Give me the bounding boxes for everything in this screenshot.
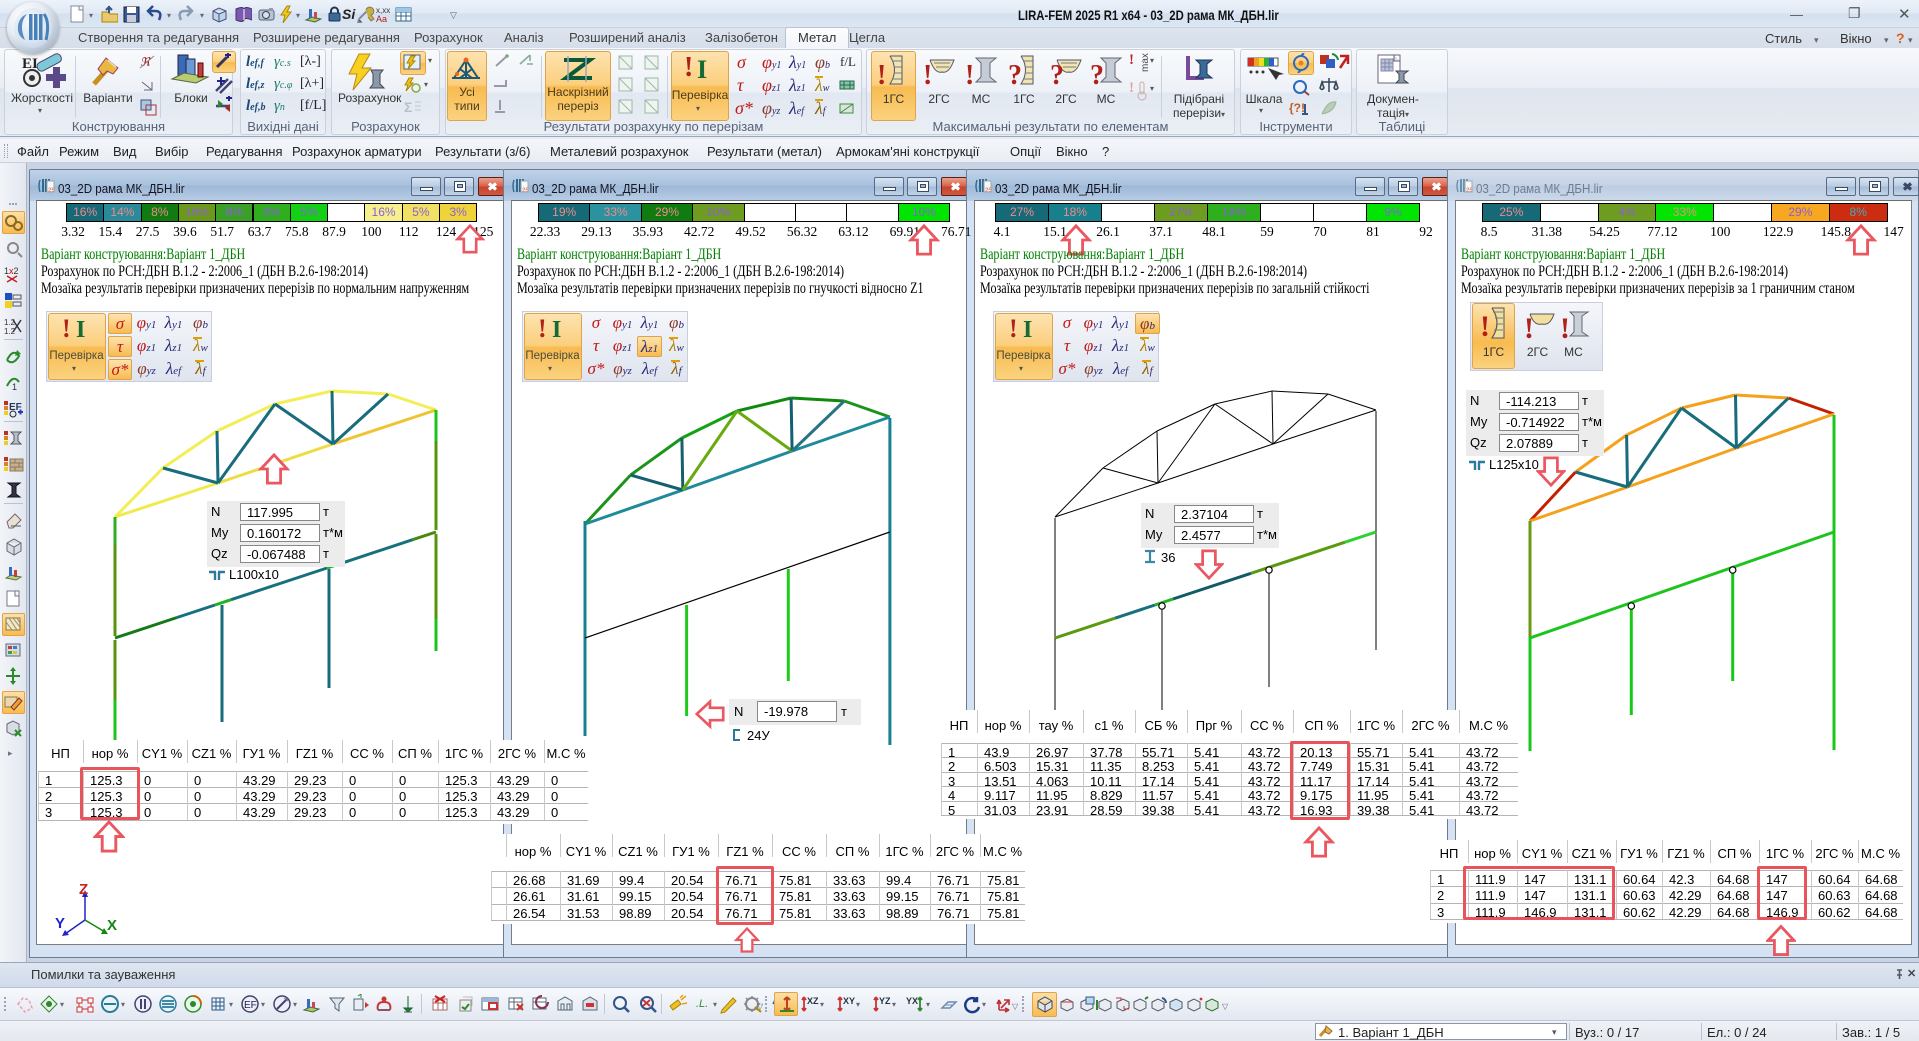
svg-text:YZ: YZ	[879, 996, 891, 1006]
svg-text:XY: XY	[843, 996, 855, 1006]
svg-text:1: 1	[12, 382, 17, 392]
svg-text:Aa: Aa	[376, 14, 387, 23]
svg-text:XZ: XZ	[807, 996, 819, 1006]
svg-text:25: 25	[48, 188, 55, 194]
svg-text:.L.: .L.	[696, 998, 708, 1010]
svg-text:?: ?	[1008, 60, 1022, 90]
svg-text:?: ?	[1050, 60, 1064, 90]
svg-text:25: 25	[985, 188, 992, 194]
svg-text:25: 25	[522, 188, 529, 194]
svg-text:1x2: 1x2	[4, 266, 19, 276]
svg-text:Y: Y	[55, 915, 65, 932]
svg-text:Z: Z	[79, 882, 88, 898]
svg-text:?: ?	[1090, 60, 1104, 90]
svg-text:!: !	[1480, 310, 1490, 342]
svg-text:!: !	[877, 60, 886, 90]
svg-text:EF: EF	[244, 1000, 257, 1011]
svg-text:X: X	[107, 917, 117, 934]
svg-text:!: !	[1524, 312, 1534, 342]
svg-text:{?!: {?!	[1289, 101, 1305, 115]
svg-text:!: !	[965, 60, 974, 90]
svg-text:25: 25	[1466, 188, 1473, 194]
svg-text:!: !	[923, 60, 932, 90]
svg-text:YX: YX	[906, 996, 918, 1006]
svg-text:Si: Si	[342, 6, 356, 22]
svg-text:!: !	[1560, 312, 1570, 342]
svg-text:Σ: Σ	[404, 99, 412, 115]
